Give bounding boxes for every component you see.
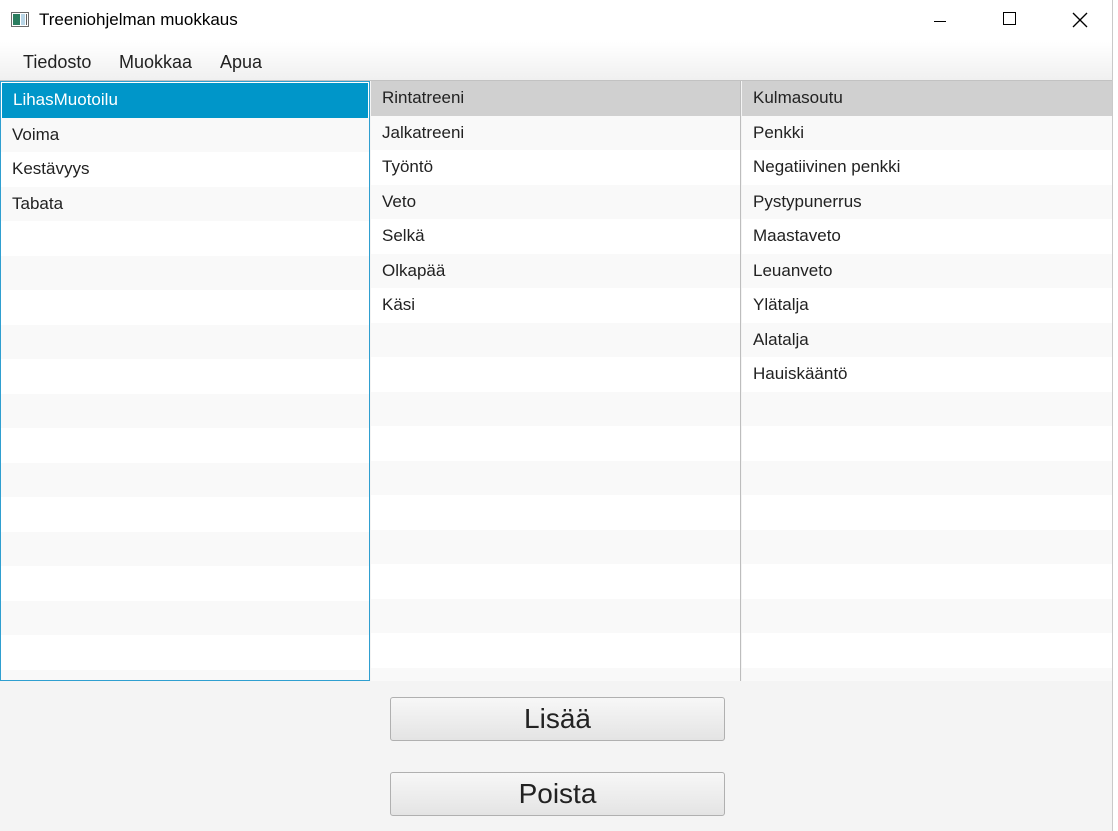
list-item[interactable]: Jalkatreeni (371, 115, 740, 150)
list-item[interactable]: Kulmasoutu (742, 81, 1112, 116)
remove-button[interactable]: Poista (390, 772, 725, 816)
list-item[interactable]: Käsi (371, 288, 740, 323)
app-icon (11, 12, 29, 27)
list-item[interactable]: Selkä (371, 219, 740, 254)
window-title: Treeniohjelman muokkaus (39, 10, 238, 29)
empty-list-row (371, 667, 740, 681)
empty-list-row (742, 564, 1112, 599)
menu-muokkaa[interactable]: Muokkaa (119, 52, 192, 73)
app-window: Treeniohjelman muokkaus Tiedosto Muokkaa… (0, 0, 1113, 831)
list-item[interactable]: Hauiskääntö (742, 357, 1112, 392)
empty-list-row (1, 600, 369, 635)
list-item[interactable]: Veto (371, 184, 740, 219)
menu-tiedosto[interactable]: Tiedosto (23, 52, 91, 73)
list-item[interactable]: Ylätalja (742, 288, 1112, 323)
close-button[interactable] (1045, 0, 1115, 42)
empty-list-row (1, 428, 369, 463)
list-item[interactable]: Voima (1, 117, 369, 152)
empty-list-row (1, 324, 369, 359)
list-item[interactable]: Tabata (1, 186, 369, 221)
list-item[interactable]: Leuanveto (742, 253, 1112, 288)
empty-list-row (371, 598, 740, 633)
empty-list-row (742, 495, 1112, 530)
program-list[interactable]: LihasMuotoilu Voima Kestävyys Tabata (0, 81, 370, 681)
empty-list-row (1, 221, 369, 256)
empty-list-row (371, 391, 740, 426)
add-button[interactable]: Lisää (390, 697, 725, 741)
list-item[interactable]: Työntö (371, 150, 740, 185)
list-item[interactable]: Negatiivinen penkki (742, 150, 1112, 185)
empty-list-row (1, 290, 369, 325)
empty-list-row (1, 669, 369, 680)
empty-list-row (742, 391, 1112, 426)
minimize-button[interactable] (905, 0, 975, 42)
list-item[interactable]: Alatalja (742, 322, 1112, 357)
list-item[interactable]: Kestävyys (1, 152, 369, 187)
empty-list-row (1, 566, 369, 601)
empty-list-row (742, 460, 1112, 495)
empty-list-row (371, 426, 740, 461)
maximize-button[interactable] (975, 0, 1045, 42)
empty-list-row (742, 529, 1112, 564)
list-item[interactable]: Rintatreeni (371, 81, 740, 116)
empty-list-row (371, 633, 740, 668)
empty-list-row (371, 564, 740, 599)
minimize-icon (934, 21, 946, 22)
empty-list-row (1, 255, 369, 290)
empty-list-row (1, 393, 369, 428)
empty-list-row (742, 426, 1112, 461)
empty-list-row (742, 667, 1112, 681)
menu-bar: Tiedosto Muokkaa Apua (0, 42, 1112, 81)
list-item[interactable]: LihasMuotoilu (2, 83, 368, 118)
empty-list-row (1, 497, 369, 532)
empty-list-row (371, 460, 740, 495)
empty-list-row (742, 633, 1112, 668)
empty-list-row (1, 635, 369, 670)
list-item[interactable]: Penkki (742, 115, 1112, 150)
title-bar: Treeniohjelman muokkaus (0, 0, 1112, 42)
list-item[interactable]: Pystypunerrus (742, 184, 1112, 219)
list-item[interactable]: Maastaveto (742, 219, 1112, 254)
list-item[interactable]: Olkapää (371, 253, 740, 288)
empty-list-row (371, 357, 740, 392)
close-icon (1072, 12, 1088, 28)
empty-list-row (371, 322, 740, 357)
empty-list-row (1, 531, 369, 566)
menu-apua[interactable]: Apua (220, 52, 262, 73)
maximize-icon (1003, 12, 1016, 25)
empty-list-row (371, 529, 740, 564)
empty-list-row (1, 462, 369, 497)
exercise-list[interactable]: Kulmasoutu Penkki Negatiivinen penkki Pysty… (742, 81, 1112, 681)
empty-list-row (1, 359, 369, 394)
workout-list[interactable]: Rintatreeni Jalkatreeni Työntö Veto Selkä Olk… (371, 81, 741, 681)
empty-list-row (742, 598, 1112, 633)
empty-list-row (371, 495, 740, 530)
